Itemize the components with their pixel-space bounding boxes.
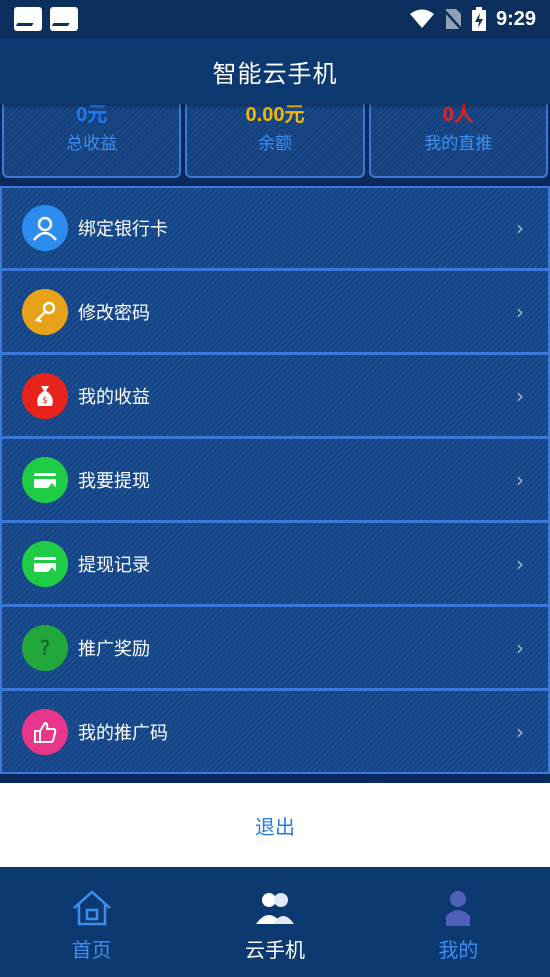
menu-item-label: 我要提现 — [78, 470, 150, 492]
no-sim-icon — [443, 9, 462, 30]
tab-home[interactable]: 首页 — [0, 867, 183, 977]
money-bag-icon: $ — [22, 372, 68, 419]
stat-label: 我的直推 — [424, 134, 493, 154]
chevron-right-icon: › — [516, 299, 524, 324]
logout-button[interactable]: 退出 — [255, 811, 295, 840]
tab-mine[interactable]: 我的 — [367, 867, 550, 977]
menu-item-my-earnings[interactable]: $ 我的收益 › — [0, 354, 550, 438]
menu-list: 绑定银行卡 › 修改密码 › $ 我的收益 › 我要提现 › 提现记录 › ? … — [0, 186, 550, 774]
chevron-right-icon: › — [516, 383, 524, 408]
battery-charging-icon — [471, 7, 486, 31]
svg-text:?: ? — [40, 636, 51, 660]
chevron-right-icon: › — [516, 467, 524, 492]
menu-item-label: 我的推广码 — [78, 722, 168, 744]
users-icon — [255, 892, 294, 924]
tab-label: 我的 — [438, 937, 479, 962]
chevron-right-icon: › — [516, 719, 524, 744]
thumbs-up-icon — [22, 708, 68, 755]
menu-item-withdraw-records[interactable]: 提现记录 › — [0, 522, 550, 606]
chevron-right-icon: › — [516, 635, 524, 660]
question-icon: ? — [22, 624, 68, 671]
menu-item-label: 我的收益 — [78, 386, 150, 408]
withdraw-card-icon — [22, 456, 68, 503]
home-icon — [72, 889, 111, 925]
user-icon — [22, 205, 68, 251]
tab-cloud-phone[interactable]: 云手机 — [183, 867, 366, 977]
logout-area: 退出 — [0, 783, 550, 867]
notification-icon — [50, 7, 78, 31]
menu-item-bind-bank-card[interactable]: 绑定银行卡 › — [0, 186, 550, 270]
notification-icon — [14, 7, 42, 31]
tab-label: 云手机 — [244, 937, 305, 962]
menu-item-withdraw[interactable]: 我要提现 › — [0, 438, 550, 522]
app-header: 智能云手机 — [0, 38, 550, 104]
chevron-right-icon: › — [516, 551, 524, 576]
person-icon — [446, 890, 471, 926]
menu-item-change-password[interactable]: 修改密码 › — [0, 270, 550, 354]
bottom-tab-bar: 首页 云手机 我的 — [0, 867, 550, 977]
wifi-icon — [409, 9, 434, 28]
page-title: 智能云手机 — [212, 59, 338, 88]
key-icon — [22, 288, 68, 335]
menu-item-my-referral-code[interactable]: 我的推广码 › — [0, 690, 550, 774]
status-time: 9:29 — [495, 7, 536, 30]
menu-item-label: 修改密码 — [78, 302, 150, 324]
stat-label: 总收益 — [66, 134, 118, 154]
stat-label: 余额 — [257, 134, 292, 154]
menu-item-label: 推广奖励 — [78, 638, 150, 660]
status-bar: 9:29 — [0, 0, 550, 38]
tab-label: 首页 — [71, 937, 112, 962]
menu-item-referral-rewards[interactable]: ? 推广奖励 › — [0, 606, 550, 690]
menu-item-label: 提现记录 — [78, 554, 150, 576]
withdraw-record-icon — [22, 540, 68, 587]
svg-text:$: $ — [42, 396, 48, 406]
chevron-right-icon: › — [516, 216, 524, 240]
menu-item-label: 绑定银行卡 — [78, 219, 168, 240]
